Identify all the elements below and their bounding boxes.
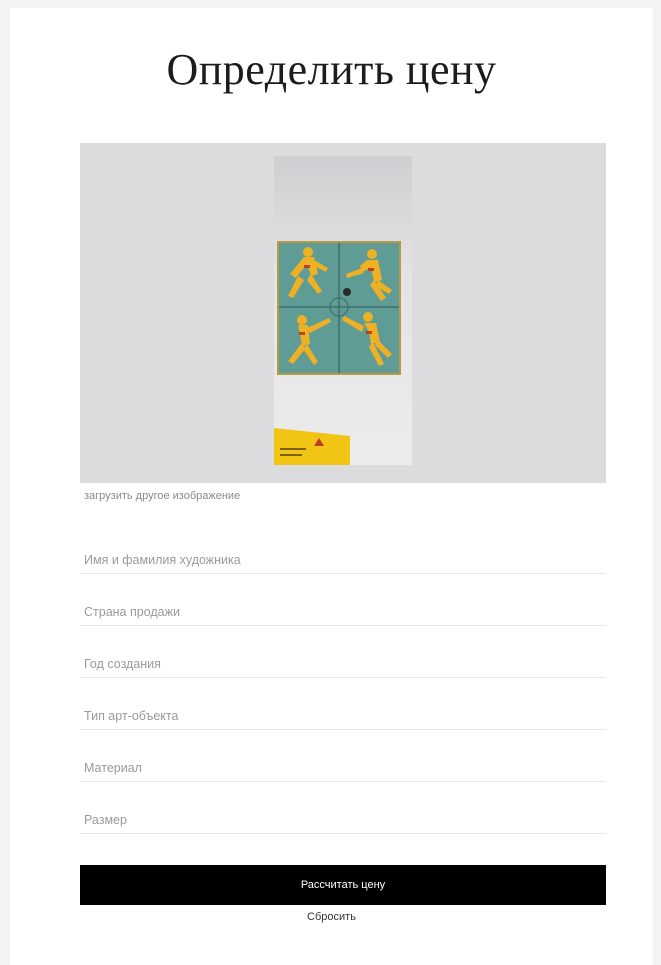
creation-year-input[interactable] [84, 657, 594, 671]
sale-country-input[interactable] [84, 605, 594, 619]
price-form-card: Определить цену загрузить другое изображ… [10, 8, 653, 965]
size-input[interactable] [84, 813, 594, 827]
artist-name-input[interactable] [84, 553, 594, 567]
calculate-price-button[interactable]: Рассчитать цену [80, 865, 606, 905]
image-upload-area[interactable] [80, 143, 606, 483]
art-object-type-input[interactable] [84, 709, 594, 723]
art-object-type-field[interactable] [80, 685, 606, 730]
material-field[interactable] [80, 737, 606, 782]
material-input[interactable] [84, 761, 594, 775]
uploaded-artwork-photo [274, 156, 412, 465]
size-field[interactable] [80, 789, 606, 834]
creation-year-field[interactable] [80, 633, 606, 678]
upload-another-image-link[interactable]: загрузить другое изображение [84, 490, 240, 502]
sale-country-field[interactable] [80, 581, 606, 626]
reset-link[interactable]: Сбросить [0, 911, 661, 923]
artist-name-field[interactable] [80, 529, 606, 574]
page-title: Определить цену [166, 45, 497, 94]
